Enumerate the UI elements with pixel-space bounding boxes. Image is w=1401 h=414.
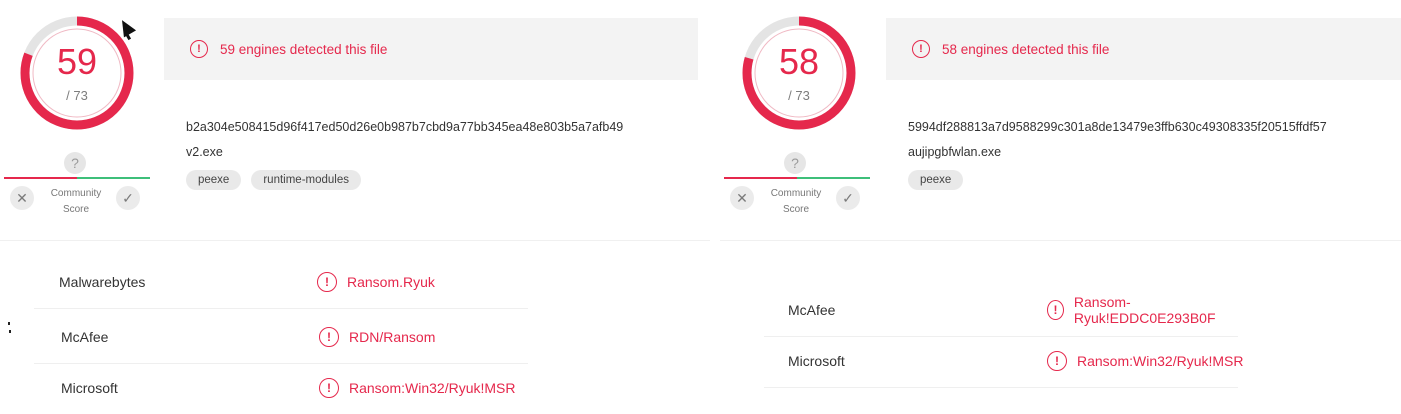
engine-result-label: Ransom.Ryuk: [347, 274, 435, 290]
exclamation-circle-icon: !: [190, 40, 208, 58]
community-score: ? ✕ Community Score ✓: [4, 150, 150, 220]
engine-row: McAfee ! RDN/Ransom: [34, 311, 528, 364]
engine-result: ! RDN/Ransom: [319, 327, 435, 347]
tag-runtime-modules[interactable]: runtime-modules: [251, 170, 361, 190]
tag-peexe[interactable]: peexe: [186, 170, 242, 190]
community-label-text: Community Score: [50, 188, 102, 215]
file-tags: peexe: [908, 170, 964, 190]
engine-result-label: Ransom:Win32/Ryuk!MSR: [1077, 353, 1244, 369]
engine-result-label: RDN/Ransom: [349, 329, 436, 345]
engine-result: ! Ransom-Ryuk!EDDC0E293B0F: [1047, 294, 1238, 326]
exclamation-circle-icon: !: [317, 272, 337, 292]
engine-row: Microsoft ! Ransom:Win32/Ryuk!MSR: [34, 362, 528, 414]
check-icon: ✓: [122, 190, 134, 206]
engine-row: McAfee ! Ransom-Ryuk!EDDC0E293B0F: [764, 284, 1238, 337]
detection-score-gauge: 58 / 73: [740, 14, 858, 132]
engine-name: Microsoft: [788, 353, 845, 369]
detection-score: 59: [56, 41, 98, 82]
engine-row: Microsoft ! Ransom:Win32/Ryuk!MSR: [764, 335, 1244, 388]
question-icon: ?: [64, 152, 86, 174]
file-tags: peexe runtime-modules: [186, 170, 361, 190]
detection-score: 58: [778, 41, 820, 82]
engine-name: McAfee: [61, 329, 109, 345]
artifact-mark: [9, 330, 11, 333]
x-icon: ✕: [16, 190, 28, 206]
exclamation-circle-icon: !: [912, 40, 930, 58]
community-score: ? ✕ Community Score ✓: [724, 150, 870, 220]
engines-total: / 73: [66, 88, 88, 103]
file-hash[interactable]: 5994df288813a7d9588299c301a8de13479e3ffb…: [908, 120, 1327, 134]
community-score-bar: [724, 177, 870, 179]
community-label-text: Community Score: [770, 188, 822, 215]
file-name: v2.exe: [186, 145, 223, 159]
question-icon: ?: [784, 152, 806, 174]
artifact-mark: [8, 322, 10, 325]
report-panel-right: 58 / 73 ? ✕ Community Score ✓ ! 58 engin…: [720, 0, 1401, 407]
engine-result: ! Ransom.Ryuk: [317, 272, 435, 292]
engines-total: / 73: [788, 88, 810, 103]
detection-text: 59 engines detected this file: [220, 41, 388, 57]
detection-banner: ! 58 engines detected this file: [886, 18, 1401, 80]
x-icon: ✕: [736, 190, 748, 206]
engine-row: Malwarebytes ! Ransom.Ryuk: [34, 256, 528, 309]
file-hash[interactable]: b2a304e508415d96f417ed50d26e0b987b7cbd9a…: [186, 120, 623, 134]
engine-result: ! Ransom:Win32/Ryuk!MSR: [319, 378, 516, 398]
file-name: aujipgbfwlan.exe: [908, 145, 1002, 159]
engine-name: McAfee: [788, 302, 836, 318]
detection-text: 58 engines detected this file: [942, 41, 1110, 57]
check-icon: ✓: [842, 190, 854, 206]
divider: [720, 240, 1401, 241]
engine-name: Microsoft: [61, 380, 118, 396]
community-score-bar: [4, 177, 150, 179]
tag-peexe[interactable]: peexe: [908, 170, 964, 190]
engine-result-label: Ransom:Win32/Ryuk!MSR: [349, 380, 516, 396]
engine-name: Malwarebytes: [59, 274, 146, 290]
exclamation-circle-icon: !: [319, 327, 339, 347]
vote-harmless-button[interactable]: ✓: [836, 186, 860, 210]
community-score-label: Community Score: [760, 186, 832, 218]
detection-score-gauge: 59 / 73: [18, 14, 136, 132]
community-score-label: Community Score: [40, 186, 112, 218]
vote-malicious-button[interactable]: ✕: [10, 186, 34, 210]
vote-harmless-button[interactable]: ✓: [116, 186, 140, 210]
engine-result: ! Ransom:Win32/Ryuk!MSR: [1047, 351, 1244, 371]
divider: [0, 240, 710, 241]
exclamation-circle-icon: !: [319, 378, 339, 398]
detection-banner: ! 59 engines detected this file: [164, 18, 698, 80]
exclamation-circle-icon: !: [1047, 351, 1067, 371]
exclamation-circle-icon: !: [1047, 300, 1064, 320]
report-panel-left: 59 / 73 ? ✕ Community Score ✓ ! 59 engin…: [0, 0, 710, 407]
vote-malicious-button[interactable]: ✕: [730, 186, 754, 210]
engine-result-label: Ransom-Ryuk!EDDC0E293B0F: [1073, 294, 1216, 326]
